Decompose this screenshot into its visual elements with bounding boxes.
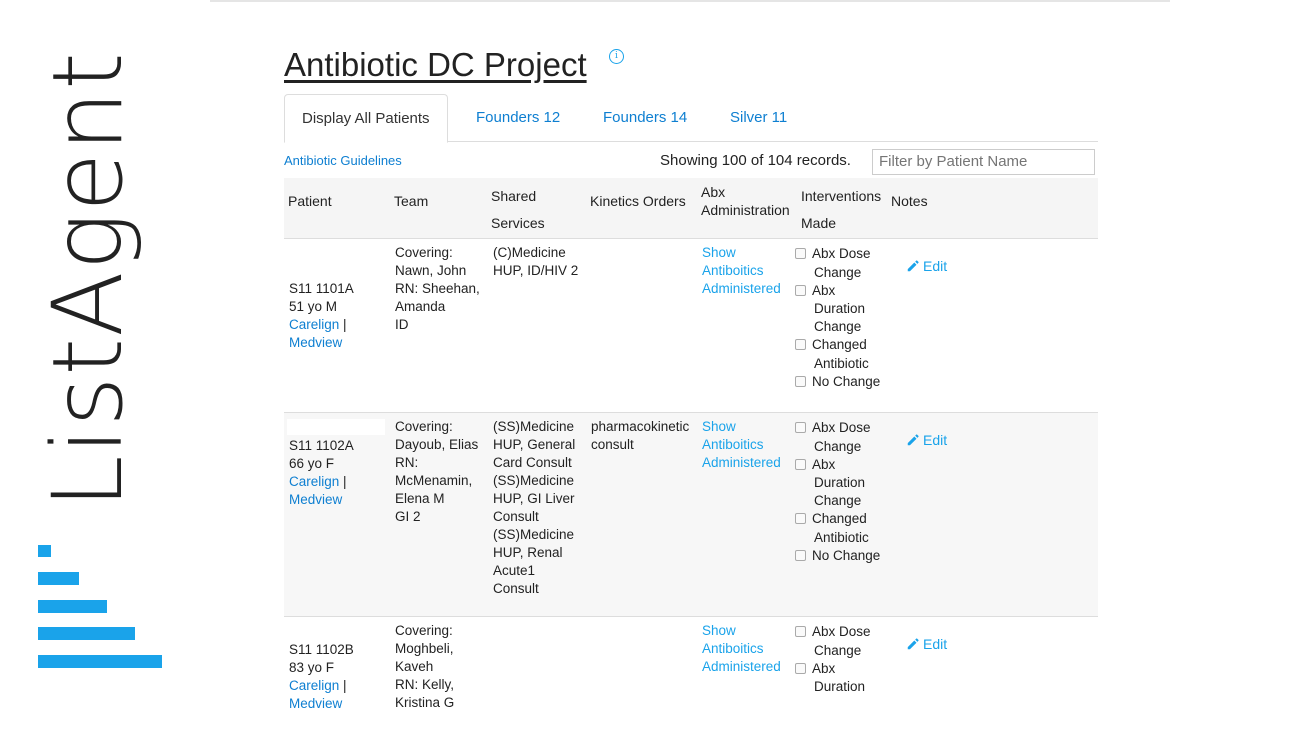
- col-interventions-made: Interventions Made: [801, 188, 882, 231]
- carelign-link[interactable]: Carelign: [289, 474, 339, 489]
- patient-age-sex: 83 yo F: [289, 660, 335, 675]
- abx-dose-change-checkbox[interactable]: [795, 248, 806, 259]
- patient-table: Patient Team Shared Services Kinetics Ord…: [284, 178, 1098, 737]
- team-cell: Covering: Dayoub, Elias RN: McMenamin, Ele…: [395, 419, 479, 524]
- table-row: S11 1101A 51 yo M Carelign | Medview Cov…: [284, 239, 1098, 413]
- col-abx-administration: Abx Administration: [701, 184, 790, 218]
- changed-antibiotic-checkbox[interactable]: [795, 339, 806, 350]
- patient-cell: S11 1101A 51 yo M Carelign | Medview: [289, 281, 354, 352]
- kinetics-orders-cell: pharmacokinetic consult: [591, 419, 690, 452]
- patient-filter-input[interactable]: [872, 149, 1095, 175]
- pencil-icon: [907, 638, 919, 650]
- col-patient: Patient: [288, 193, 332, 209]
- antibiotic-guidelines-link[interactable]: Antibiotic Guidelines: [284, 153, 402, 168]
- edit-notes-button[interactable]: Edit: [906, 635, 947, 653]
- table-row: S11 1102A 66 yo F Carelign | Medview Cov…: [284, 413, 1098, 617]
- shared-services-cell: (C)Medicine HUP, ID/HIV 2: [493, 245, 579, 278]
- table-row: S11 1102B 83 yo F Carelign | Medview Cov…: [284, 617, 1098, 737]
- top-divider: [210, 0, 1170, 2]
- carelign-link[interactable]: Carelign: [289, 678, 339, 693]
- no-change-checkbox[interactable]: [795, 549, 806, 561]
- tab-founders-14[interactable]: Founders 14: [603, 94, 687, 140]
- col-notes: Notes: [891, 193, 928, 209]
- col-team: Team: [394, 193, 429, 209]
- redacted-block: [287, 419, 385, 435]
- medview-link[interactable]: Medview: [289, 491, 354, 509]
- edit-notes-button[interactable]: Edit: [906, 431, 947, 449]
- patient-cell: S11 1102A 66 yo F Carelign | Medview: [289, 438, 354, 509]
- pencil-icon: [907, 260, 919, 272]
- show-antibiotics-link[interactable]: Show Antiboitics Administered: [702, 244, 781, 298]
- pencil-icon: [907, 434, 919, 446]
- interventions-cell: Abx Dose Change Abx Duration Change Chan…: [795, 419, 880, 565]
- page-title: Antibiotic DC Project: [284, 46, 587, 83]
- team-cell: Covering: Nawn, John RN: Sheehan, Amanda I…: [395, 245, 480, 332]
- abx-duration-change-checkbox[interactable]: [795, 458, 806, 470]
- abx-duration-change-checkbox[interactable]: [795, 662, 806, 674]
- patient-cell: S11 1102B 83 yo F Carelign | Medview: [289, 642, 354, 713]
- records-count: Showing 100 of 104 records.: [660, 152, 851, 169]
- col-kinetics-orders: Kinetics Orders: [590, 193, 686, 209]
- interventions-cell: Abx Dose Change Abx Duration: [795, 623, 871, 696]
- table-header: Patient Team Shared Services Kinetics Ord…: [284, 178, 1098, 239]
- abx-duration-change-checkbox[interactable]: [795, 284, 806, 296]
- info-icon[interactable]: i: [609, 49, 624, 64]
- medview-link[interactable]: Medview: [289, 334, 354, 352]
- tab-bar: Display All Patients Founders 12 Founder…: [284, 94, 1098, 143]
- edit-notes-button[interactable]: Edit: [906, 257, 947, 275]
- shared-services-cell: (SS)Medicine HUP, General Card Consult (SS…: [493, 419, 576, 596]
- patient-id: S11 1102A: [289, 438, 354, 453]
- no-change-checkbox[interactable]: [795, 375, 806, 387]
- medview-link[interactable]: Medview: [289, 695, 354, 713]
- show-antibiotics-link[interactable]: Show Antiboitics Administered: [702, 622, 781, 676]
- abx-dose-change-checkbox[interactable]: [795, 422, 806, 433]
- tab-founders-12[interactable]: Founders 12: [476, 94, 560, 140]
- patient-age-sex: 66 yo F: [289, 456, 335, 471]
- patient-id: S11 1101A: [289, 281, 354, 296]
- brand-logo-text: ListAgent: [32, 51, 144, 509]
- abx-dose-change-checkbox[interactable]: [795, 626, 806, 637]
- tab-display-all-patients[interactable]: Display All Patients: [284, 94, 448, 143]
- col-shared-services: Shared Services: [491, 188, 545, 231]
- carelign-link[interactable]: Carelign: [289, 317, 339, 332]
- team-cell: Covering: Moghbeli, Kaveh RN: Kelly, Krist…: [395, 623, 455, 710]
- patient-id: S11 1102B: [289, 642, 354, 657]
- show-antibiotics-link[interactable]: Show Antiboitics Administered: [702, 418, 781, 472]
- patient-age-sex: 51 yo M: [289, 299, 338, 314]
- tab-silver-11[interactable]: Silver 11: [730, 94, 787, 140]
- interventions-cell: Abx Dose Change Abx Duration Change Chan…: [795, 245, 880, 391]
- changed-antibiotic-checkbox[interactable]: [795, 513, 806, 524]
- brand-sidebar: ListAgent: [0, 0, 200, 700]
